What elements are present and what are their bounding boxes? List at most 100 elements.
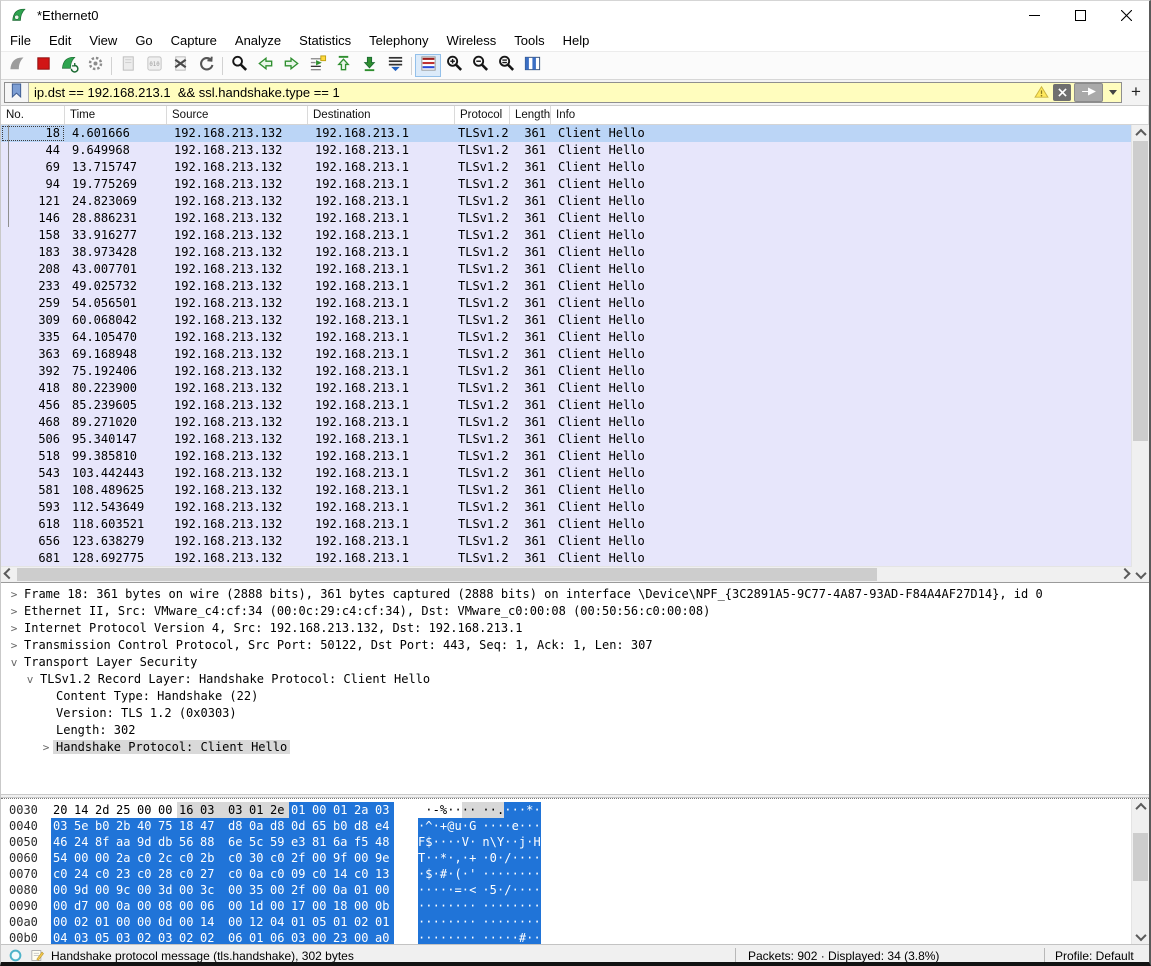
ascii-char[interactable]: · [504, 898, 511, 914]
ascii-char[interactable]: · [440, 914, 447, 930]
ascii-char[interactable]: · [454, 914, 461, 930]
menu-file[interactable]: File [1, 31, 40, 50]
expander-open-icon[interactable]: v [7, 654, 21, 671]
ascii-char[interactable]: · [469, 834, 476, 850]
hex-byte[interactable]: b0 [93, 818, 114, 834]
ascii-char[interactable]: · [512, 898, 519, 914]
menu-help[interactable]: Help [554, 31, 599, 50]
ascii-char[interactable]: · [447, 898, 454, 914]
hex-byte[interactable]: 03 [72, 930, 93, 944]
packet-row[interactable]: 25954.056501192.168.213.132192.168.213.1… [1, 295, 1132, 312]
hex-byte[interactable]: 01 [331, 802, 352, 818]
hex-byte[interactable]: a0 [373, 930, 394, 944]
packet-row[interactable]: 681128.692775192.168.213.132192.168.213.… [1, 550, 1132, 567]
vertical-scroll-thumb[interactable] [1133, 141, 1148, 441]
column-header-length[interactable]: Length [510, 106, 551, 124]
hex-byte[interactable]: d8 [268, 818, 289, 834]
hex-byte[interactable]: c0 [135, 866, 156, 882]
hex-byte[interactable]: 2b [114, 818, 135, 834]
ascii-char[interactable]: · [497, 818, 504, 834]
packet-row[interactable]: 581108.489625192.168.213.132192.168.213.… [1, 482, 1132, 499]
ascii-char[interactable]: · [512, 914, 519, 930]
ascii-char[interactable]: · [418, 882, 425, 898]
ascii-char[interactable]: · [519, 914, 526, 930]
hex-byte[interactable]: 00 [310, 898, 331, 914]
packet-list-vertical-scrollbar[interactable] [1131, 125, 1149, 567]
column-header-time[interactable]: Time [65, 106, 167, 124]
ascii-char[interactable]: 5 [490, 882, 497, 898]
ascii-char[interactable]: · [440, 834, 447, 850]
hex-byte[interactable]: 9e [373, 850, 394, 866]
ascii-char[interactable]: · [462, 850, 469, 866]
ascii-char[interactable]: \ [490, 834, 497, 850]
hex-byte[interactable]: 00 [72, 850, 93, 866]
hex-byte[interactable]: 05 [310, 914, 331, 930]
hex-byte[interactable]: 56 [177, 834, 198, 850]
hex-byte[interactable]: d8 [226, 818, 247, 834]
hex-byte[interactable]: 16 [177, 802, 198, 818]
ascii-char[interactable]: · [533, 850, 540, 866]
ascii-char[interactable]: · [490, 802, 497, 818]
hex-byte[interactable]: 14 [198, 914, 219, 930]
packet-row[interactable]: 23349.025732192.168.213.132192.168.213.1… [1, 278, 1132, 295]
ascii-char[interactable]: · [519, 898, 526, 914]
detail-line[interactable]: >Transmission Control Protocol, Src Port… [1, 637, 1149, 654]
auto-scroll-button[interactable] [382, 54, 408, 77]
packet-row[interactable]: 36369.168948192.168.213.132192.168.213.1… [1, 346, 1132, 363]
ascii-char[interactable]: · [482, 866, 489, 882]
ascii-char[interactable]: · [504, 866, 511, 882]
hex-byte[interactable]: 00 [352, 898, 373, 914]
hex-byte[interactable]: 00 [226, 914, 247, 930]
ascii-char[interactable]: # [519, 930, 526, 944]
ascii-char[interactable]: · [519, 850, 526, 866]
ascii-char[interactable]: · [447, 914, 454, 930]
ascii-char[interactable]: < [469, 882, 476, 898]
apply-filter-button[interactable] [1074, 83, 1103, 102]
ascii-char[interactable]: · [533, 882, 540, 898]
ascii-char[interactable]: · [462, 914, 469, 930]
hex-byte[interactable]: 48 [373, 834, 394, 850]
hex-byte[interactable]: c0 [177, 850, 198, 866]
ascii-char[interactable]: · [504, 914, 511, 930]
ascii-char[interactable]: · [497, 882, 504, 898]
hex-byte[interactable]: 28 [156, 866, 177, 882]
ascii-char[interactable]: / [504, 882, 511, 898]
column-header-no[interactable]: No. [1, 106, 65, 124]
packet-list-horizontal-scrollbar[interactable] [1, 566, 1132, 582]
hex-byte[interactable]: 5e [72, 818, 93, 834]
hex-byte[interactable]: 03 [156, 930, 177, 944]
ascii-char[interactable]: · [462, 898, 469, 914]
packet-row[interactable]: 41880.223900192.168.213.132192.168.213.1… [1, 380, 1132, 397]
menu-edit[interactable]: Edit [40, 31, 80, 50]
ascii-char[interactable]: ^ [425, 818, 432, 834]
hex-byte[interactable]: 35 [247, 882, 268, 898]
packet-row[interactable]: 184.601666192.168.213.132192.168.213.1TL… [1, 125, 1132, 142]
hex-byte[interactable]: 00 [156, 802, 177, 818]
ascii-char[interactable]: · [497, 930, 504, 944]
ascii-char[interactable]: · [462, 818, 469, 834]
hex-byte[interactable]: 00 [310, 882, 331, 898]
ascii-char[interactable]: = [454, 882, 461, 898]
hex-byte[interactable]: 23 [114, 866, 135, 882]
ascii-char[interactable]: · [418, 898, 425, 914]
hex-byte[interactable]: 00 [93, 882, 114, 898]
resize-columns-button[interactable] [519, 54, 545, 77]
ascii-char[interactable]: · [519, 866, 526, 882]
ascii-char[interactable]: · [482, 850, 489, 866]
packet-row[interactable]: 14628.886231192.168.213.132192.168.213.1… [1, 210, 1132, 227]
maximize-button[interactable] [1057, 1, 1103, 29]
ascii-char[interactable]: · [433, 882, 440, 898]
profile-indicator[interactable]: Profile: Default [1045, 949, 1149, 963]
hex-byte[interactable]: 25 [114, 802, 135, 818]
detail-line[interactable]: Length: 302 [1, 722, 1149, 739]
display-filter-input[interactable] [29, 84, 1033, 101]
hex-byte[interactable]: 3d [156, 882, 177, 898]
hex-byte[interactable]: 00 [268, 882, 289, 898]
hex-byte[interactable]: 00 [51, 882, 72, 898]
ascii-char[interactable]: · [418, 930, 425, 944]
ascii-char[interactable]: · [482, 882, 489, 898]
first-packet-button[interactable] [330, 54, 356, 77]
hex-byte[interactable]: 06 [198, 898, 219, 914]
ascii-char[interactable]: · [490, 930, 497, 944]
menu-statistics[interactable]: Statistics [290, 31, 360, 50]
